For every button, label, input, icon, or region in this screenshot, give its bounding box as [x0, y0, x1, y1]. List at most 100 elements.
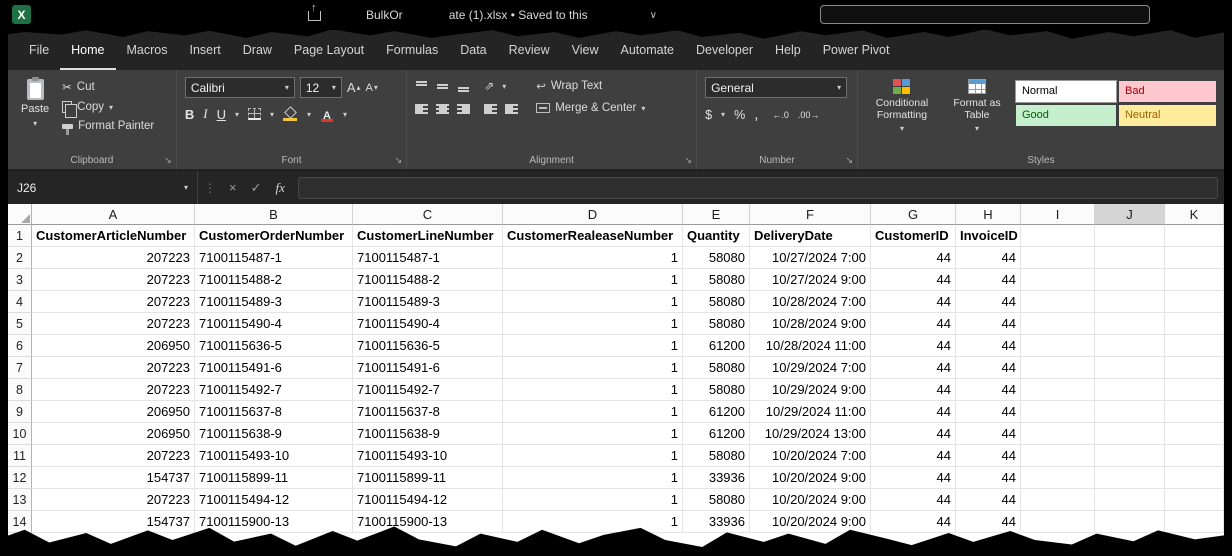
cell-A14[interactable]: 154737 — [32, 511, 195, 533]
underline-button[interactable]: U — [217, 107, 226, 122]
cell-C1[interactable]: CustomerLineNumber — [353, 225, 503, 247]
column-header-K[interactable]: K — [1165, 204, 1224, 225]
cell-J2[interactable] — [1095, 247, 1165, 269]
fill-color-icon[interactable] — [283, 108, 298, 121]
cell-C3[interactable]: 7100115488-2 — [353, 269, 503, 291]
cell-B12[interactable]: 7100115899-11 — [195, 467, 353, 489]
cell-F11[interactable]: 10/20/2024 7:00 — [750, 445, 871, 467]
cell-H3[interactable]: 44 — [956, 269, 1021, 291]
cell-J13[interactable] — [1095, 489, 1165, 511]
cell-K1[interactable] — [1165, 225, 1224, 247]
cell-D10[interactable]: 1 — [503, 423, 683, 445]
row-header-13[interactable]: 13 — [8, 489, 32, 511]
tab-home[interactable]: Home — [60, 30, 115, 70]
search-box[interactable] — [820, 5, 1150, 24]
cell-B1[interactable]: CustomerOrderNumber — [195, 225, 353, 247]
cell-style-normal[interactable]: Normal — [1016, 81, 1116, 102]
row-header-5[interactable]: 5 — [8, 313, 32, 335]
tab-automate[interactable]: Automate — [610, 30, 686, 70]
cell-E9[interactable]: 61200 — [683, 401, 750, 423]
cell-G5[interactable]: 44 — [871, 313, 956, 335]
align-left-icon[interactable] — [415, 104, 428, 115]
cell-H13[interactable]: 44 — [956, 489, 1021, 511]
cell-C4[interactable]: 7100115489-3 — [353, 291, 503, 313]
comma-style-icon[interactable]: , — [754, 106, 758, 123]
cell-C10[interactable]: 7100115638-9 — [353, 423, 503, 445]
font-dialog-launcher-icon[interactable]: ↘ — [395, 155, 403, 166]
cell-G9[interactable]: 44 — [871, 401, 956, 423]
cell-C14[interactable]: 7100115900-13 — [353, 511, 503, 533]
cell-A11[interactable]: 207223 — [32, 445, 195, 467]
cell-E14[interactable]: 33936 — [683, 511, 750, 533]
cell-H10[interactable]: 44 — [956, 423, 1021, 445]
cell-A4[interactable]: 207223 — [32, 291, 195, 313]
format-as-table-button[interactable]: Format as Table ▾ — [946, 77, 1008, 151]
cell-J1[interactable] — [1095, 225, 1165, 247]
align-middle-icon[interactable] — [436, 81, 449, 92]
cell-H6[interactable]: 44 — [956, 335, 1021, 357]
cell-F1[interactable]: DeliveryDate — [750, 225, 871, 247]
cell-D11[interactable]: 1 — [503, 445, 683, 467]
row-header-3[interactable]: 3 — [8, 269, 32, 291]
cell-C2[interactable]: 7100115487-1 — [353, 247, 503, 269]
cell-C12[interactable]: 7100115899-11 — [353, 467, 503, 489]
cell-E8[interactable]: 58080 — [683, 379, 750, 401]
formula-bar-drag-handle[interactable]: ⋮ — [198, 181, 222, 195]
enter-button[interactable]: ✓ — [244, 180, 269, 196]
cell-A2[interactable]: 207223 — [32, 247, 195, 269]
cell-C13[interactable]: 7100115494-12 — [353, 489, 503, 511]
cell-F2[interactable]: 10/27/2024 7:00 — [750, 247, 871, 269]
cell-K6[interactable] — [1165, 335, 1224, 357]
cell-I7[interactable] — [1021, 357, 1095, 379]
cell-D1[interactable]: CustomerRealeaseNumber — [503, 225, 683, 247]
tab-developer[interactable]: Developer — [685, 30, 764, 70]
cell-E1[interactable]: Quantity — [683, 225, 750, 247]
row-header-4[interactable]: 4 — [8, 291, 32, 313]
cell-B4[interactable]: 7100115489-3 — [195, 291, 353, 313]
cell-H2[interactable]: 44 — [956, 247, 1021, 269]
cell-H11[interactable]: 44 — [956, 445, 1021, 467]
cell-K8[interactable] — [1165, 379, 1224, 401]
cell-K12[interactable] — [1165, 467, 1224, 489]
tab-insert[interactable]: Insert — [178, 30, 231, 70]
align-center-icon[interactable] — [436, 104, 449, 115]
select-all-corner[interactable] — [8, 204, 32, 225]
cell-K11[interactable] — [1165, 445, 1224, 467]
wrap-text-button[interactable]: ↩ Wrap Text — [536, 79, 645, 93]
tab-power-pivot[interactable]: Power Pivot — [812, 30, 901, 70]
cell-B8[interactable]: 7100115492-7 — [195, 379, 353, 401]
tab-macros[interactable]: Macros — [116, 30, 179, 70]
row-header-2[interactable]: 2 — [8, 247, 32, 269]
cell-D9[interactable]: 1 — [503, 401, 683, 423]
row-header-1[interactable]: 1 — [8, 225, 32, 247]
column-header-J[interactable]: J — [1095, 204, 1165, 225]
cell-D14[interactable]: 1 — [503, 511, 683, 533]
column-header-I[interactable]: I — [1021, 204, 1095, 225]
cell-F4[interactable]: 10/28/2024 7:00 — [750, 291, 871, 313]
cell-J14[interactable] — [1095, 511, 1165, 533]
cell-A13[interactable]: 207223 — [32, 489, 195, 511]
cell-B5[interactable]: 7100115490-4 — [195, 313, 353, 335]
column-header-A[interactable]: A — [32, 204, 195, 225]
percent-style-icon[interactable]: % — [734, 108, 745, 122]
cell-D5[interactable]: 1 — [503, 313, 683, 335]
column-header-F[interactable]: F — [750, 204, 871, 225]
cell-C8[interactable]: 7100115492-7 — [353, 379, 503, 401]
cell-G6[interactable]: 44 — [871, 335, 956, 357]
row-header-8[interactable]: 8 — [8, 379, 32, 401]
column-header-B[interactable]: B — [195, 204, 353, 225]
cell-G3[interactable]: 44 — [871, 269, 956, 291]
cell-C6[interactable]: 7100115636-5 — [353, 335, 503, 357]
decrease-font-size-button[interactable]: A▾ — [366, 82, 378, 94]
cell-A8[interactable]: 207223 — [32, 379, 195, 401]
cell-A9[interactable]: 206950 — [32, 401, 195, 423]
cell-G11[interactable]: 44 — [871, 445, 956, 467]
cell-H1[interactable]: InvoiceID — [956, 225, 1021, 247]
document-title[interactable]: BulkOr ate (1).xlsx • Saved to this ∨ — [366, 0, 657, 30]
row-header-6[interactable]: 6 — [8, 335, 32, 357]
insert-function-button[interactable]: fx — [269, 180, 292, 196]
cell-K2[interactable] — [1165, 247, 1224, 269]
cell-I6[interactable] — [1021, 335, 1095, 357]
column-header-D[interactable]: D — [503, 204, 683, 225]
tab-draw[interactable]: Draw — [232, 30, 283, 70]
